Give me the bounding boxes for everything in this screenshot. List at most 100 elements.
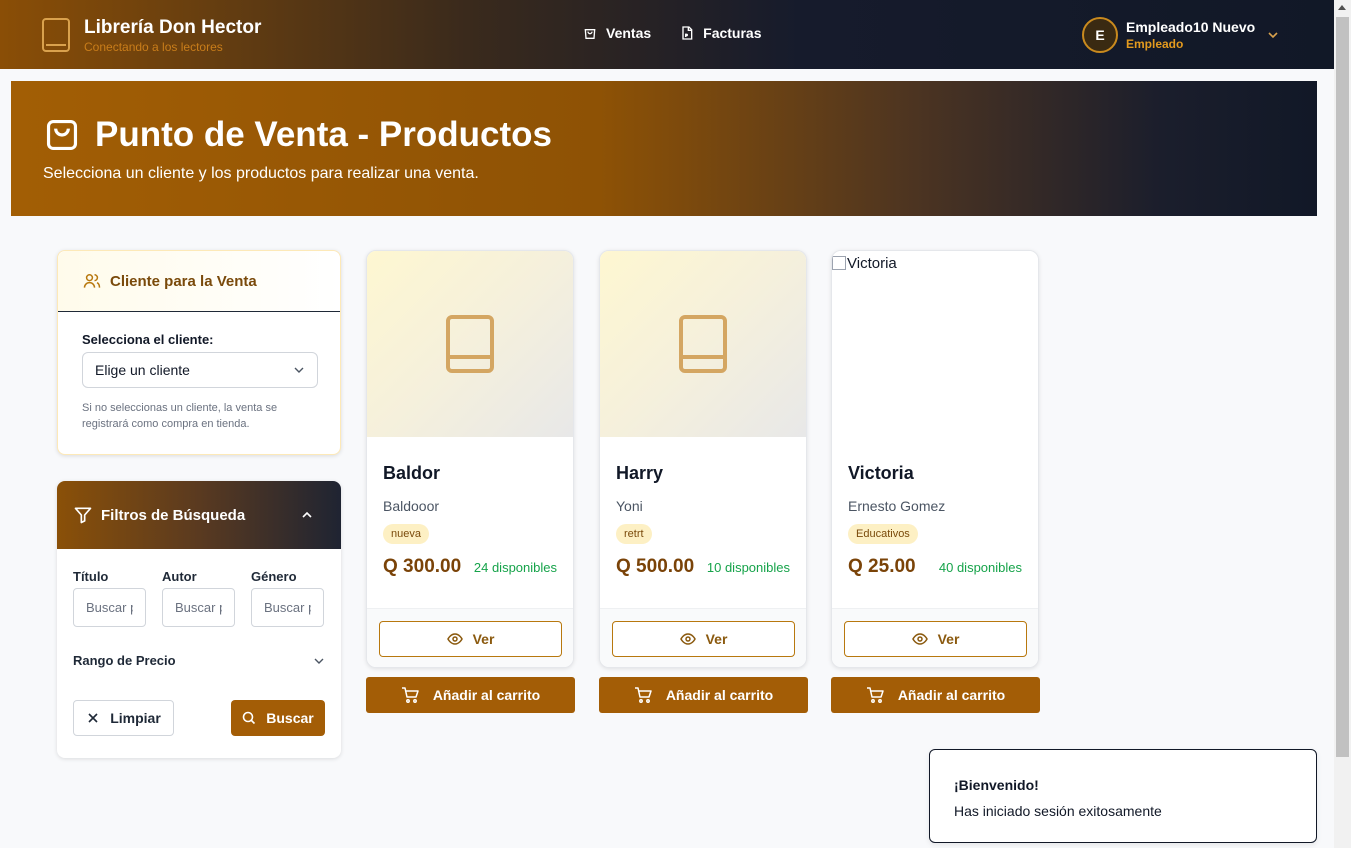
search-icon [242, 711, 256, 725]
client-select-label: Selecciona el cliente: [82, 332, 214, 347]
filter-icon [74, 507, 92, 524]
product-stock: 40 disponibles [938, 559, 1022, 575]
brand-subtitle: Conectando a los lectores [84, 40, 223, 54]
filter-author-input[interactable] [162, 588, 235, 627]
product-price: Q 300.00 [383, 556, 462, 577]
scrollbar[interactable] [1334, 0, 1351, 848]
filter-author-group: Autor [162, 569, 235, 627]
chevron-down-icon [1268, 32, 1278, 39]
search-button-label: Buscar [266, 710, 314, 726]
eye-icon [679, 633, 696, 645]
eye-icon [446, 633, 463, 645]
product-author: Ernesto Gomez [848, 498, 946, 514]
toast-title: ¡Bienvenido! [954, 777, 1039, 793]
cart-icon [401, 687, 419, 703]
clear-button[interactable]: Limpiar [73, 700, 174, 736]
client-panel-header: Cliente para la Venta [58, 251, 340, 312]
filters-title: Filtros de Búsqueda [101, 506, 246, 524]
product-card: Victoria Victoria Ernesto Gomez Educativ… [831, 250, 1039, 668]
page-subtitle: Selecciona un cliente y los productos pa… [43, 165, 479, 182]
view-button[interactable]: Ver [379, 621, 562, 657]
client-panel: Cliente para la Venta Selecciona el clie… [57, 250, 341, 455]
add-to-cart-label: Añadir al carrito [897, 687, 1006, 703]
brand-title: Librería Don Hector [84, 17, 262, 38]
product-author: Yoni [616, 498, 643, 514]
filter-genre-label: Género [251, 569, 297, 584]
genre-badge: retrt [616, 524, 652, 544]
filter-title-label: Título [73, 569, 109, 584]
user-role: Empleado [1126, 37, 1184, 51]
book-logo-icon [42, 18, 70, 52]
filter-author-label: Autor [162, 569, 197, 584]
product-image-placeholder [367, 251, 573, 437]
filter-genre-input[interactable] [251, 588, 324, 627]
nav-ventas-label: Ventas [606, 25, 652, 41]
welcome-toast[interactable]: ¡Bienvenido! Has iniciado sesión exitosa… [929, 749, 1317, 843]
product-price: Q 25.00 [848, 556, 916, 577]
file-invoice-icon [682, 26, 693, 40]
top-navbar: Librería Don Hector Conectando a los lec… [0, 0, 1334, 69]
product-image-placeholder [600, 251, 806, 437]
product-stock: 24 disponibles [473, 559, 557, 575]
main-nav: Ventas Facturas [582, 25, 762, 41]
genre-badge: nueva [383, 524, 429, 544]
product-card: Baldor Baldooor nueva Q 300.00 24 dispon… [366, 250, 574, 668]
book-icon [679, 315, 727, 373]
view-button[interactable]: Ver [844, 621, 1027, 657]
brand[interactable]: Librería Don Hector Conectando a los lec… [42, 16, 261, 54]
shopping-bag-icon [584, 29, 596, 39]
eye-icon [911, 633, 928, 645]
view-button[interactable]: Ver [612, 621, 795, 657]
nav-facturas[interactable]: Facturas [679, 25, 762, 41]
product-price: Q 500.00 [616, 556, 695, 577]
cart-icon [634, 687, 652, 703]
search-button[interactable]: Buscar [231, 700, 325, 736]
nav-ventas[interactable]: Ventas [582, 25, 651, 41]
cart-icon [866, 687, 884, 703]
nav-facturas-label: Facturas [703, 25, 762, 41]
toast-message: Has iniciado sesión exitosamente [954, 803, 1162, 819]
filter-title-input[interactable] [73, 588, 146, 627]
chevron-down-icon [314, 658, 324, 664]
user-menu[interactable]: E Empleado10 Nuevo Empleado [1082, 17, 1279, 53]
product-title: Harry [616, 463, 664, 483]
client-select[interactable]: Elige un cliente [82, 352, 318, 388]
close-icon [88, 713, 98, 723]
chevron-down-icon [294, 367, 304, 373]
view-button-label: Ver [472, 631, 495, 647]
scroll-thumb[interactable] [1336, 17, 1349, 757]
price-range-label: Rango de Precio [73, 653, 176, 668]
product-title: Victoria [848, 463, 914, 483]
shopping-bag-icon [46, 119, 78, 151]
filter-genre-group: Género [251, 569, 324, 627]
filters-panel: Filtros de Búsqueda Título Autor Género … [57, 481, 341, 758]
add-to-cart-label: Añadir al carrito [432, 687, 541, 703]
page-title-text: Punto de Venta - Productos [95, 115, 552, 154]
client-panel-title: Cliente para la Venta [110, 272, 257, 290]
hero-banner: Punto de Venta - Productos Selecciona un… [11, 81, 1317, 216]
genre-badge: Educativos [848, 524, 918, 544]
product-image-alt: Victoria [847, 255, 897, 272]
user-name: Empleado10 Nuevo [1126, 19, 1256, 35]
users-icon [83, 274, 101, 288]
price-range-toggle[interactable]: Rango de Precio [57, 627, 341, 668]
filter-title-group: Título [73, 569, 146, 627]
product-title: Baldor [383, 463, 441, 483]
add-to-cart-button[interactable]: Añadir al carrito [831, 677, 1040, 713]
add-to-cart-button[interactable]: Añadir al carrito [599, 677, 808, 713]
product-card: Harry Yoni retrt Q 500.00 10 disponibles… [599, 250, 807, 668]
client-select-value: Elige un cliente [95, 362, 190, 378]
view-button-label: Ver [937, 631, 960, 647]
page-title: Punto de Venta - Productos [43, 115, 552, 155]
view-button-label: Ver [705, 631, 728, 647]
avatar: E [1082, 17, 1118, 53]
add-to-cart-button[interactable]: Añadir al carrito [366, 677, 575, 713]
product-stock: 10 disponibles [706, 559, 790, 575]
filters-header[interactable]: Filtros de Búsqueda [57, 481, 341, 549]
clear-button-label: Limpiar [110, 710, 161, 726]
chevron-up-icon[interactable] [301, 509, 313, 521]
scroll-up-arrow-icon[interactable] [1338, 5, 1346, 10]
client-hint: Si no seleccionas un cliente, la venta s… [82, 402, 278, 430]
broken-image-icon [832, 256, 846, 270]
add-to-cart-label: Añadir al carrito [665, 687, 774, 703]
